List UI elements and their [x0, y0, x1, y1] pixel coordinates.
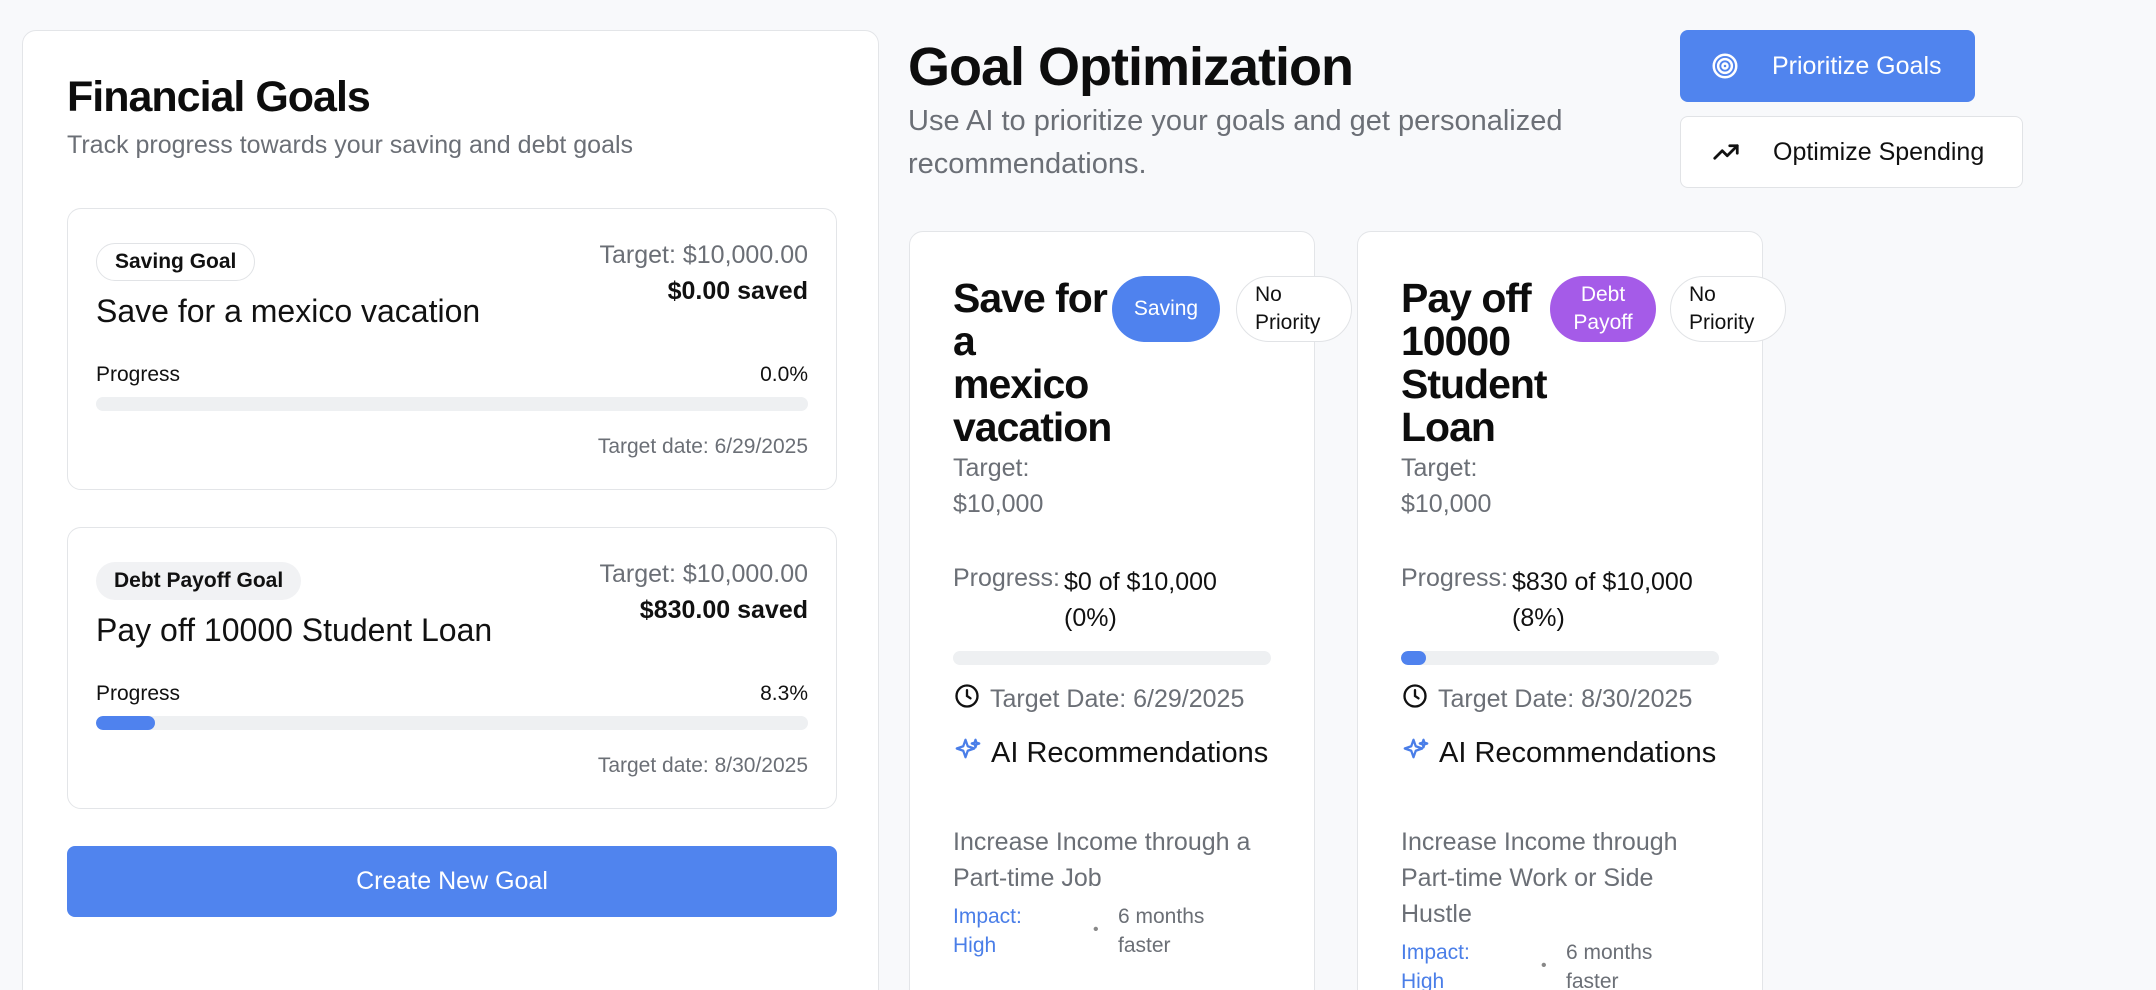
time-saved: 6 months faster — [1566, 941, 1653, 990]
progress-bar — [96, 716, 808, 730]
target-date: Target Date: 8/30/2025 — [1438, 685, 1693, 713]
goal-target-date: Target date: 6/29/2025 — [597, 435, 808, 458]
optimize-spending-label: Optimize Spending — [1773, 137, 1985, 166]
card-target: Target: $10,000 — [1401, 454, 1492, 518]
goal-name: Pay off 10000 Student Loan — [96, 612, 493, 648]
goal-target: Target: $10,000.00 — [599, 560, 809, 588]
progress-label: Progress — [96, 682, 181, 705]
panel-subtitle: Track progress towards your saving and d… — [67, 131, 634, 159]
impact-label: Impact: High — [953, 905, 1022, 957]
type-badge: Saving — [1112, 276, 1220, 342]
goal-card-saving[interactable]: Saving Goal Target: $10,000.00 $0.00 sav… — [67, 208, 837, 490]
ai-recommendations-heading: AI Recommendations — [1401, 732, 1719, 775]
goal-type-chip: Debt Payoff Goal — [96, 562, 302, 600]
target-date-row: Target Date: 8/30/2025 — [1401, 682, 1692, 717]
progress-value: $830 of $10,000 (8%) — [1512, 568, 1693, 632]
impact-label: Impact: High — [1401, 941, 1470, 990]
optimization-card-saving[interactable]: Save for a mexico vacation Saving No Pri… — [909, 231, 1352, 990]
type-badge: Debt Payoff — [1550, 276, 1656, 342]
prioritize-goals-label: Prioritize Goals — [1772, 51, 1942, 80]
optimization-subtitle: Use AI to prioritize your goals and get … — [908, 105, 1563, 180]
time-saved: 6 months faster — [1118, 905, 1205, 957]
optimization-title: Goal Optimization — [908, 37, 1354, 97]
progress-bar — [1401, 651, 1719, 665]
progress-percent: 8.3% — [760, 682, 808, 705]
goal-card-debt[interactable]: Debt Payoff Goal Target: $10,000.00 $830… — [67, 527, 837, 809]
separator-dot: • — [1093, 921, 1099, 938]
progress-label: Progress — [96, 363, 181, 386]
card-title: Pay off 10000 Student Loan — [1401, 275, 1548, 450]
progress-bar-fill — [1401, 651, 1427, 665]
target-icon — [1708, 49, 1742, 83]
recommendation-text: Increase Income through a Part-time Job — [953, 828, 1251, 892]
card-title: Save for a mexico vacation — [953, 275, 1112, 450]
goal-target: Target: $10,000.00 — [599, 241, 809, 269]
financial-goals-panel: Financial Goals Track progress towards y… — [22, 30, 879, 990]
separator-dot: • — [1541, 957, 1547, 974]
clock-icon — [1401, 682, 1438, 717]
create-new-goal-button[interactable]: Create New Goal — [67, 846, 837, 917]
goal-type-chip: Saving Goal — [96, 243, 256, 281]
progress-bar-fill — [96, 716, 156, 730]
optimize-spending-button[interactable]: Optimize Spending — [1680, 116, 2023, 188]
trending-up-icon — [1709, 135, 1743, 169]
goal-name: Save for a mexico vacation — [96, 293, 481, 329]
ai-recommendations-heading: AI Recommendations — [953, 732, 1271, 775]
panel-title: Financial Goals — [67, 73, 371, 121]
priority-badge: No Priority — [1670, 276, 1786, 342]
progress-percent: 0.0% — [760, 363, 808, 386]
progress-label: Progress: — [1401, 564, 1508, 592]
progress-bar — [953, 651, 1271, 665]
prioritize-goals-button[interactable]: Prioritize Goals — [1680, 30, 1975, 102]
goal-saved-amount: $0.00 saved — [667, 277, 808, 305]
priority-badge: No Priority — [1236, 276, 1352, 342]
goal-target-date: Target date: 8/30/2025 — [597, 754, 808, 777]
sparkles-icon — [953, 736, 983, 771]
goal-saved-amount: $830.00 saved — [639, 596, 808, 624]
ai-heading-text: AI Recommendations — [1439, 737, 1717, 769]
card-target: Target: $10,000 — [953, 454, 1044, 518]
ai-heading-text: AI Recommendations — [991, 737, 1269, 769]
clock-icon — [953, 682, 990, 717]
recommendation-text: Increase Income through Part-time Work o… — [1401, 828, 1678, 928]
optimization-card-debt[interactable]: Pay off 10000 Student Loan Debt Payoff N… — [1357, 231, 1786, 990]
target-date: Target Date: 6/29/2025 — [990, 685, 1245, 713]
progress-value: $0 of $10,000 (0%) — [1064, 568, 1217, 632]
progress-label: Progress: — [953, 564, 1060, 592]
target-date-row: Target Date: 6/29/2025 — [953, 682, 1244, 717]
progress-bar — [96, 397, 808, 411]
sparkles-icon — [1401, 736, 1431, 771]
